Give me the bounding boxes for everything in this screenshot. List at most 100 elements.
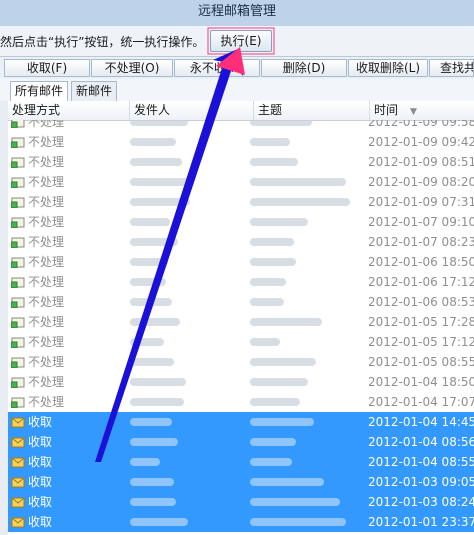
row-subject-redacted: [250, 212, 366, 232]
find-button[interactable]: 查找共: [429, 59, 474, 77]
sort-down-icon: ▼: [410, 107, 417, 117]
mail-row[interactable]: 不处理 2012-01-04 18:50: [8, 372, 474, 392]
receive-mail-icon: [11, 417, 25, 428]
mail-row[interactable]: 不处理 2012-01-04 17:07: [8, 392, 474, 412]
column-time[interactable]: 时间 ▼: [370, 101, 474, 120]
row-action-label: 不处理: [28, 335, 65, 349]
row-action: 不处理: [11, 292, 129, 312]
ignore-mail-icon: [11, 237, 25, 248]
row-time: 2012-01-09 09:42: [368, 135, 474, 149]
mail-row[interactable]: 不处理 2012-01-05 17:12: [8, 332, 474, 352]
row-subject-redacted: [250, 492, 366, 512]
tab-new-mail[interactable]: 新邮件: [71, 81, 118, 101]
row-action: 不处理: [11, 152, 129, 172]
row-subject-redacted: [250, 192, 366, 212]
mail-row[interactable]: 不处理 2012-01-07 08:23: [8, 232, 474, 252]
row-time: 2012-01-04 08:56: [368, 435, 474, 449]
row-sender-redacted: [130, 192, 250, 212]
mail-tabs: 所有邮件 新邮件: [0, 79, 474, 102]
execute-button[interactable]: 执行(E): [210, 30, 272, 52]
receive-delete-button[interactable]: 收取删除(L): [348, 59, 428, 77]
row-action-label: 收取: [28, 455, 53, 469]
row-action-label: 不处理: [28, 175, 65, 189]
row-action: 不处理: [11, 192, 129, 212]
row-sender-redacted: [130, 172, 250, 192]
ignore-mail-icon: [11, 197, 25, 208]
row-time: 2012-01-06 17:12: [368, 275, 474, 289]
row-action-label: 不处理: [28, 255, 65, 269]
row-action: 不处理: [11, 252, 129, 272]
row-action-label: 不处理: [28, 315, 65, 329]
mail-row[interactable]: 不处理 2012-01-06 18:50: [8, 252, 474, 272]
row-action-label: 不处理: [28, 215, 65, 229]
row-sender-redacted: [130, 392, 250, 412]
mail-row[interactable]: 不处理 2012-01-09 07:31: [8, 192, 474, 212]
ignore-mail-icon: [11, 137, 25, 148]
row-action-label: 不处理: [28, 275, 65, 289]
row-action: 收取: [11, 492, 129, 512]
row-sender-redacted: [130, 292, 250, 312]
row-action: 收取: [11, 472, 129, 492]
delete-button[interactable]: 删除(D): [261, 59, 347, 77]
ignore-mail-icon: [11, 397, 25, 408]
mail-row[interactable]: 收取 2012-01-04 14:45: [8, 412, 474, 432]
column-sender[interactable]: 发件人: [130, 101, 254, 120]
column-subject[interactable]: 主题: [254, 101, 370, 120]
column-action[interactable]: 处理方式: [8, 101, 130, 120]
mail-row[interactable]: 不处理 2012-01-06 08:53: [8, 292, 474, 312]
receive-mail-icon: [11, 517, 25, 528]
column-time-label: 时间: [374, 103, 399, 117]
receive-mail-icon: [11, 457, 25, 468]
row-subject-redacted: [250, 412, 366, 432]
mail-row[interactable]: 不处理 2012-01-07 09:10: [8, 212, 474, 232]
mail-row[interactable]: 收取 2012-01-01 23:37: [8, 512, 474, 532]
mail-row[interactable]: 不处理 2012-01-05 17:28: [8, 312, 474, 332]
mail-row[interactable]: 不处理 2012-01-09 08:51: [8, 152, 474, 172]
mail-row[interactable]: 不处理 2012-01-09 09:58: [8, 120, 474, 132]
row-time: 2012-01-05 17:28: [368, 315, 474, 329]
never-receive-button[interactable]: 永不收(N): [174, 59, 260, 77]
row-sender-redacted: [130, 272, 250, 292]
row-sender-redacted: [130, 512, 250, 532]
ignore-button[interactable]: 不处理(O): [91, 59, 173, 77]
ignore-mail-icon: [11, 120, 25, 128]
mail-list: 不处理 2012-01-09 09:58 不处理 2012-01-09 09:42 不处…: [8, 120, 474, 535]
tab-all-mail[interactable]: 所有邮件: [10, 81, 69, 101]
row-action: 不处理: [11, 212, 129, 232]
mail-row[interactable]: 收取 2012-01-04 08:55: [8, 452, 474, 472]
mail-row[interactable]: 收取 2012-01-03 09:05: [8, 472, 474, 492]
row-subject-redacted: [250, 132, 366, 152]
row-action: 不处理: [11, 132, 129, 152]
row-subject-redacted: [250, 232, 366, 252]
ignore-mail-icon: [11, 377, 25, 388]
ignore-mail-icon: [11, 317, 25, 328]
row-action-label: 不处理: [28, 295, 65, 309]
row-sender-redacted: [130, 132, 250, 152]
mail-row[interactable]: 收取 2012-01-03 08:24: [8, 492, 474, 512]
ignore-mail-icon: [11, 177, 25, 188]
row-subject-redacted: [250, 172, 366, 192]
row-subject-redacted: [250, 392, 366, 412]
mail-row[interactable]: 不处理 2012-01-06 17:12: [8, 272, 474, 292]
mail-row[interactable]: 收取 2012-01-04 08:56: [8, 432, 474, 452]
mail-row[interactable]: 不处理 2012-01-09 08:20: [8, 172, 474, 192]
row-subject-redacted: [250, 472, 366, 492]
row-subject-redacted: [250, 372, 366, 392]
ignore-mail-icon: [11, 357, 25, 368]
window-title: 远程邮箱管理: [0, 0, 474, 26]
row-time: 2012-01-01 23:37: [368, 515, 474, 529]
mail-row[interactable]: 不处理 2012-01-09 09:42: [8, 132, 474, 152]
row-sender-redacted: [130, 152, 250, 172]
row-sender-redacted: [130, 332, 250, 352]
row-subject-redacted: [250, 452, 366, 472]
mail-row[interactable]: 不处理 2012-01-05 08:55: [8, 352, 474, 372]
row-action-label: 不处理: [28, 195, 65, 209]
row-action-label: 收取: [28, 515, 53, 529]
receive-button[interactable]: 收取(F): [4, 59, 90, 77]
row-action-label: 不处理: [28, 120, 65, 129]
row-time: 2012-01-07 08:23: [368, 235, 474, 249]
row-subject-redacted: [250, 352, 366, 372]
column-subject-label: 主题: [258, 103, 283, 117]
ignore-mail-icon: [11, 157, 25, 168]
row-action-label: 不处理: [28, 155, 65, 169]
